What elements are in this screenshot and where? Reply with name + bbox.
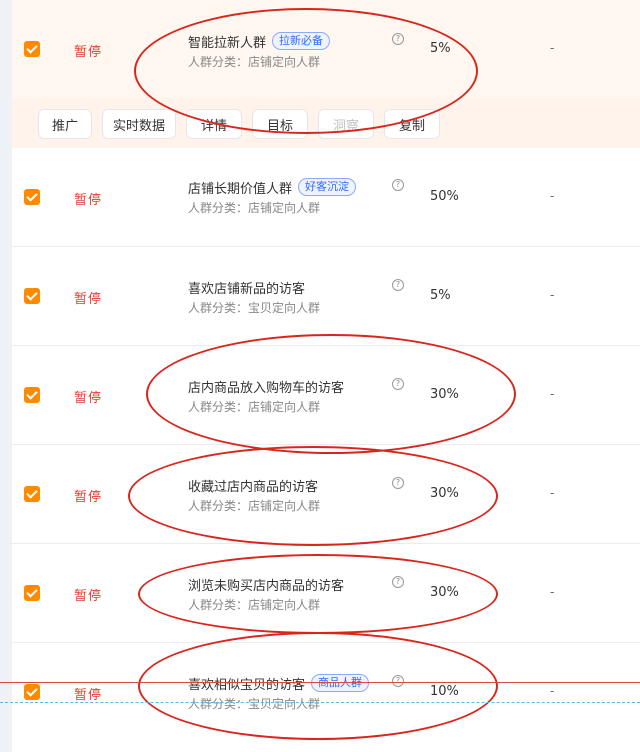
crowd-tag-badge: 商品人群 [311, 674, 370, 692]
guide-line-blue [0, 702, 640, 703]
details-button[interactable]: 详情 [186, 109, 242, 139]
status-paused[interactable]: 暂停 [74, 684, 102, 703]
crowd-name-block: 收藏过店内商品的访客 人群分类：店铺定向人群 [188, 476, 320, 514]
table-row[interactable]: 暂停 浏览未购买店内商品的访客 人群分类：店铺定向人群 ? 30% - [12, 544, 640, 643]
crowd-category: 人群分类：店铺定向人群 [188, 598, 321, 612]
empty-cell: - [550, 684, 555, 698]
premium-ratio: 10% [430, 684, 459, 699]
guide-line-red [0, 682, 640, 683]
promote-button[interactable]: 推广 [38, 109, 92, 139]
realtime-data-button[interactable]: 实时数据 [102, 109, 176, 139]
empty-cell: - [550, 41, 555, 55]
premium-ratio: 30% [430, 585, 459, 600]
crowd-category: 人群分类：店铺定向人群 [188, 201, 321, 215]
crowd-name-block: 店内商品放入购物车的访客 人群分类：店铺定向人群 [188, 377, 344, 415]
question-circle-icon[interactable]: ? [392, 378, 404, 390]
table-row[interactable]: 暂停 店铺长期价值人群 好客沉淀 人群分类：店铺定向人群 ? 50% - [12, 148, 640, 247]
crowd-name: 喜欢店铺新品的访客 [188, 281, 306, 297]
premium-ratio: 50% [430, 189, 459, 204]
row-checkbox[interactable] [24, 41, 40, 57]
question-circle-icon[interactable]: ? [392, 477, 404, 489]
empty-cell: - [550, 585, 555, 599]
table-row[interactable]: 暂停 收藏过店内商品的访客 人群分类：店铺定向人群 ? 30% - [12, 445, 640, 544]
crowd-tag-badge: 好客沉淀 [298, 178, 357, 196]
question-circle-icon[interactable]: ? [392, 576, 404, 588]
question-circle-icon[interactable]: ? [392, 179, 404, 191]
crowd-name: 店内商品放入购物车的访客 [188, 380, 345, 396]
status-paused[interactable]: 暂停 [74, 585, 102, 604]
table-row[interactable]: 暂停 智能拉新人群 拉新必备 人群分类：店铺定向人群 ? 5% - [12, 0, 640, 98]
row-checkbox[interactable] [24, 684, 40, 700]
crowd-category: 人群分类：宝贝定向人群 [188, 697, 321, 711]
question-circle-icon[interactable]: ? [392, 675, 404, 687]
insight-button[interactable]: 洞察 [318, 109, 374, 139]
target-button[interactable]: 目标 [252, 109, 308, 139]
row-checkbox[interactable] [24, 288, 40, 304]
row-checkbox[interactable] [24, 585, 40, 601]
crowd-name-block: 智能拉新人群 拉新必备 人群分类：店铺定向人群 [188, 32, 331, 70]
empty-cell: - [550, 189, 555, 203]
crowd-name: 收藏过店内商品的访客 [188, 479, 319, 495]
crowd-name: 智能拉新人群 [188, 35, 267, 51]
premium-ratio: 5% [430, 41, 451, 56]
crowd-category: 人群分类：宝贝定向人群 [188, 301, 321, 315]
status-paused[interactable]: 暂停 [74, 387, 102, 406]
status-paused[interactable]: 暂停 [74, 189, 102, 208]
crowd-name-block: 店铺长期价值人群 好客沉淀 人群分类：店铺定向人群 [188, 178, 357, 216]
empty-cell: - [550, 288, 555, 302]
crowd-category: 人群分类：店铺定向人群 [188, 400, 321, 414]
crowd-name: 浏览未购买店内商品的访客 [188, 578, 345, 594]
crowd-category: 人群分类：店铺定向人群 [188, 499, 321, 513]
left-scroll-gutter [0, 0, 12, 752]
premium-ratio: 30% [430, 486, 459, 501]
crowd-name-block: 浏览未购买店内商品的访客 人群分类：店铺定向人群 [188, 575, 344, 613]
crowd-name-block: 喜欢相似宝贝的访客 商品人群 人群分类：宝贝定向人群 [188, 674, 370, 712]
row-action-bar: 推广 实时数据 详情 目标 洞察 复制 [12, 98, 640, 149]
row-checkbox[interactable] [24, 189, 40, 205]
table-row[interactable]: 暂停 店内商品放入购物车的访客 人群分类：店铺定向人群 ? 30% - [12, 346, 640, 445]
status-paused[interactable]: 暂停 [74, 288, 102, 307]
crowd-name: 喜欢相似宝贝的访客 [188, 677, 306, 693]
crowd-name: 店铺长期价值人群 [188, 181, 293, 197]
empty-cell: - [550, 486, 555, 500]
question-circle-icon[interactable]: ? [392, 33, 404, 45]
status-paused[interactable]: 暂停 [74, 41, 102, 60]
premium-ratio: 30% [430, 387, 459, 402]
crowd-tag-badge: 拉新必备 [272, 32, 331, 50]
crowd-list-page: 暂停 智能拉新人群 拉新必备 人群分类：店铺定向人群 ? 5% - 推广 实时数… [0, 0, 640, 752]
row-checkbox[interactable] [24, 486, 40, 502]
row-checkbox[interactable] [24, 387, 40, 403]
question-circle-icon[interactable]: ? [392, 279, 404, 291]
crowd-name-block: 喜欢店铺新品的访客 人群分类：宝贝定向人群 [188, 278, 320, 316]
table-row[interactable]: 暂停 喜欢店铺新品的访客 人群分类：宝贝定向人群 ? 5% - [12, 247, 640, 346]
status-paused[interactable]: 暂停 [74, 486, 102, 505]
crowd-category: 人群分类：店铺定向人群 [188, 55, 321, 69]
table-row[interactable]: 暂停 喜欢相似宝贝的访客 商品人群 人群分类：宝贝定向人群 ? 10% - [12, 643, 640, 752]
empty-cell: - [550, 387, 555, 401]
premium-ratio: 5% [430, 288, 451, 303]
copy-button[interactable]: 复制 [384, 109, 440, 139]
